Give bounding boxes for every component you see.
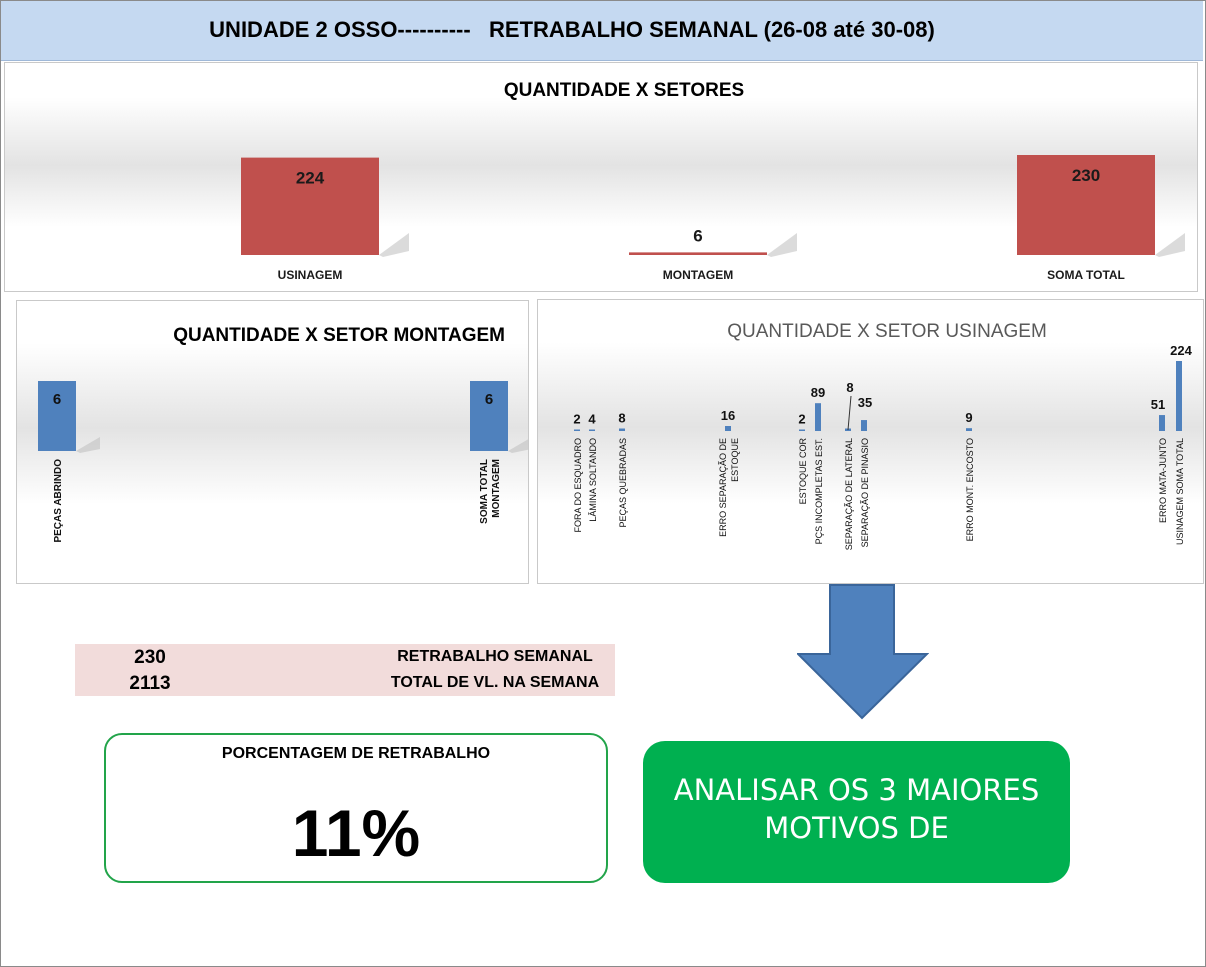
bar-shadow <box>1155 233 1185 257</box>
percentage-label: PORCENTAGEM DE RETRABALHO <box>221 745 491 762</box>
category-label: PÇS INCOMPLETAS EST. <box>814 438 824 544</box>
bar <box>966 428 972 431</box>
callout-line-2: MOTIVOS DE <box>764 811 949 845</box>
category-label: MONTAGEM <box>491 459 502 518</box>
data-label: 4 <box>588 412 596 427</box>
data-label: 224 <box>1170 343 1192 358</box>
page-title: UNIDADE 2 OSSO---------- RETRABALHO SEMA… <box>209 17 935 42</box>
bar <box>799 429 805 431</box>
summary-table: 230 RETRABALHO SEMANAL 2113 TOTAL DE VL.… <box>75 644 615 696</box>
down-arrow-icon <box>797 584 929 720</box>
data-label: 6 <box>53 391 61 408</box>
data-label: 2 <box>798 412 805 427</box>
chart-title: QUANTIDADE X SETOR MONTAGEM <box>173 325 505 346</box>
category-label: SOMA TOTAL <box>1047 268 1125 282</box>
category-label: FORA DO ESQUADRO <box>573 438 583 533</box>
category-label: SEPARAÇÃO DE PINASIO <box>860 438 870 547</box>
category-label: ERRO MATA-JUNTO <box>1158 438 1168 523</box>
bar <box>861 420 867 431</box>
data-label: 16 <box>721 408 735 423</box>
weekly-total-value: 2113 <box>129 673 171 694</box>
category-label: SEPARAÇÃO DE LATERAL <box>844 438 854 550</box>
category-label: ESTOQUE <box>730 438 740 482</box>
category-label: PEÇAS QUEBRADAS <box>618 438 628 528</box>
data-label: 51 <box>1151 397 1165 412</box>
category-label: ERRO SEPARAÇÃO DE <box>718 438 728 537</box>
bar <box>1176 361 1182 431</box>
weekly-rework-value: 230 <box>134 647 166 668</box>
percentage-box: PORCENTAGEM DE RETRABALHO 11% <box>104 733 608 883</box>
bar <box>589 429 595 431</box>
analysis-callout: ANALISAR OS 3 MAIORES MOTIVOS DE <box>643 741 1070 883</box>
data-label: 9 <box>965 410 972 425</box>
callout-line-1: ANALISAR OS 3 MAIORES <box>673 773 1040 807</box>
bar <box>1159 415 1165 431</box>
chart-usinagem-panel: QUANTIDADE X SETOR USINAGEM 2 FORA DO ESQU… <box>537 299 1204 584</box>
data-label: 8 <box>846 380 853 395</box>
category-label: USINAGEM <box>278 268 343 282</box>
data-label: 8 <box>618 411 625 426</box>
chart-montagem-panel: QUANTIDADE X SETOR MONTAGEM 6 PEÇAS ABRIND… <box>16 300 529 584</box>
bar-shadow <box>767 233 797 257</box>
data-label: 6 <box>693 226 702 245</box>
weekly-total-label: TOTAL DE VL. NA SEMANA <box>390 674 600 691</box>
data-label: 35 <box>858 395 872 410</box>
bar <box>815 403 821 431</box>
data-label: 89 <box>811 385 825 400</box>
chart-title: QUANTIDADE X SETORES <box>504 80 744 101</box>
category-label: LÂMINA SOLTANDO <box>588 438 598 522</box>
chart-setores: QUANTIDADE X SETORES 224 USINAGEM 6 MONTAGEM… <box>241 80 1185 282</box>
data-label: 230 <box>1072 166 1100 185</box>
analysis-callout-text: ANALISAR OS 3 MAIORES MOTIVOS DE <box>663 771 1050 847</box>
bar-shadow <box>76 437 100 453</box>
data-label: 224 <box>296 169 325 188</box>
chart-setores-panel: QUANTIDADE X SETORES 224 USINAGEM 6 MONTAGEM… <box>4 62 1198 292</box>
bar <box>619 428 625 431</box>
weekly-rework-label: RETRABALHO SEMANAL <box>397 648 593 665</box>
leader-line <box>847 395 852 431</box>
category-label: ESTOQUE COR <box>798 438 808 505</box>
bar-shadow <box>379 233 409 257</box>
category-label: ERRO MONT. ENCOSTO <box>965 438 975 541</box>
category-label: MONTAGEM <box>663 268 733 282</box>
chart-montagem: QUANTIDADE X SETOR MONTAGEM 6 PEÇAS ABRIND… <box>38 325 528 543</box>
page-header: UNIDADE 2 OSSO---------- RETRABALHO SEMA… <box>1 1 1203 61</box>
bar-shadow <box>508 439 528 453</box>
data-label: 6 <box>485 391 493 408</box>
bar <box>629 252 767 255</box>
category-label: SOMA TOTAL <box>479 459 490 524</box>
percentage-value: 11% <box>291 796 421 870</box>
chart-title: QUANTIDADE X SETOR USINAGEM <box>727 321 1047 342</box>
category-label: PEÇAS ABRINDO <box>53 459 64 543</box>
chart-usinagem: QUANTIDADE X SETOR USINAGEM 2 FORA DO ESQU… <box>573 321 1193 550</box>
bar <box>725 426 731 431</box>
category-label: USINAGEM SOMA TOTAL <box>1175 438 1185 545</box>
bar <box>574 429 580 431</box>
data-label: 2 <box>573 412 580 427</box>
